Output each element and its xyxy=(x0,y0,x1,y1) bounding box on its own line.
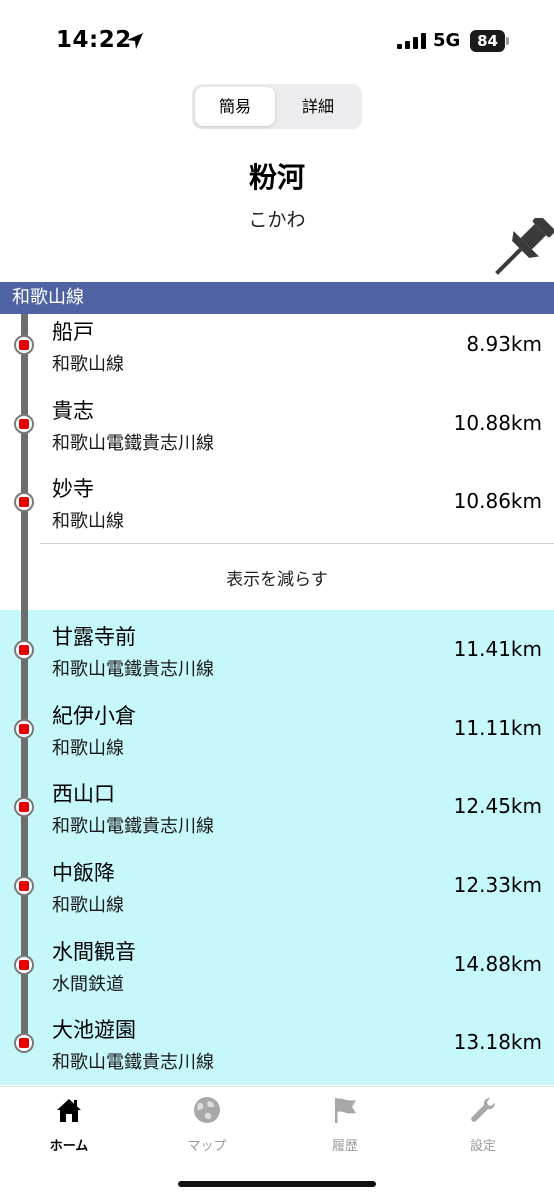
tab-home[interactable]: ホーム xyxy=(0,1095,138,1157)
station-row-line: 和歌山電鐵貴志川線 xyxy=(52,816,214,837)
segment-detail[interactable]: 詳細 xyxy=(278,87,358,126)
station-marker xyxy=(14,1033,34,1053)
station-row-name: 貴志 xyxy=(52,399,94,423)
station-marker xyxy=(14,797,34,817)
tab-label: 設定 xyxy=(469,1139,496,1154)
station-row-distance: 12.33km xyxy=(453,873,542,897)
tab-map[interactable]: マップ xyxy=(138,1095,276,1157)
status-bar: 14:22 5G 84 xyxy=(0,0,554,80)
station-row-line: 和歌山線 xyxy=(52,354,124,375)
station-row[interactable]: 甘露寺前 和歌山電鐵貴志川線 11.41km xyxy=(0,619,554,697)
station-row[interactable]: 水間観音 水間鉄道 14.88km xyxy=(0,934,554,1012)
station-marker xyxy=(14,955,34,975)
tab-history[interactable]: 履歴 xyxy=(276,1095,414,1157)
station-row-line: 和歌山電鐵貴志川線 xyxy=(52,659,214,680)
location-arrow-icon xyxy=(127,33,143,49)
station-row-line: 和歌山線 xyxy=(52,511,124,532)
station-row-line: 和歌山線 xyxy=(52,738,124,759)
station-row[interactable]: 紀伊小倉 和歌山線 11.11km xyxy=(0,698,554,776)
wrench-icon xyxy=(471,1098,495,1122)
station-row-name: 水間観音 xyxy=(52,940,136,964)
status-time: 14:22 xyxy=(56,27,132,53)
station-row-distance: 11.41km xyxy=(453,637,542,661)
view-mode-segmented-control: 簡易 詳細 xyxy=(192,84,362,129)
station-row-distance: 10.86km xyxy=(453,489,542,513)
station-row-distance: 10.88km xyxy=(453,411,542,435)
station-row[interactable]: 大池遊園 和歌山電鐵貴志川線 13.18km xyxy=(0,1012,554,1090)
station-row-name: 船戸 xyxy=(52,320,94,344)
station-row-name: 甘露寺前 xyxy=(52,625,136,649)
station-marker xyxy=(14,335,34,355)
station-row-distance: 13.18km xyxy=(453,1030,542,1054)
home-indicator xyxy=(178,1181,376,1187)
battery-icon: 84 xyxy=(470,30,505,52)
station-name: 粉河 xyxy=(248,161,305,194)
tab-label: 履歴 xyxy=(331,1139,358,1154)
station-row-name: 妙寺 xyxy=(52,477,94,501)
station-row-name: 西山口 xyxy=(52,782,115,806)
station-row[interactable]: 中飯降 和歌山線 12.33km xyxy=(0,855,554,933)
tab-settings[interactable]: 設定 xyxy=(414,1095,552,1157)
station-marker xyxy=(14,414,34,434)
station-row[interactable]: 妙寺 和歌山線 10.86km xyxy=(0,471,554,549)
tab-label: ホーム xyxy=(49,1139,89,1154)
station-row-distance: 8.93km xyxy=(466,332,542,356)
station-row-line: 和歌山電鐵貴志川線 xyxy=(52,433,214,454)
show-less-button[interactable]: 表示を減らす xyxy=(0,565,554,590)
signal-icon xyxy=(397,33,426,49)
pin-icon[interactable] xyxy=(482,218,554,284)
home-icon xyxy=(57,1099,81,1122)
station-row-distance: 12.45km xyxy=(453,794,542,818)
station-row-name: 中飯降 xyxy=(52,861,115,885)
network-label: 5G xyxy=(433,30,461,51)
station-marker xyxy=(14,719,34,739)
station-row-line: 水間鉄道 xyxy=(52,974,124,995)
station-marker xyxy=(14,492,34,512)
line-header: 和歌山線 xyxy=(0,282,554,314)
station-row-distance: 11.11km xyxy=(453,716,542,740)
station-marker xyxy=(14,876,34,896)
station-reading: こかわ xyxy=(248,209,306,231)
station-row[interactable]: 西山口 和歌山電鐵貴志川線 12.45km xyxy=(0,776,554,854)
station-row[interactable]: 船戸 和歌山線 8.93km xyxy=(0,314,554,392)
globe-icon xyxy=(194,1097,220,1123)
tab-label: マップ xyxy=(187,1139,227,1154)
battery-tip xyxy=(506,37,509,45)
station-row-name: 大池遊園 xyxy=(52,1018,136,1042)
station-marker xyxy=(14,640,34,660)
flag-icon xyxy=(335,1098,356,1123)
station-row[interactable]: 貴志 和歌山電鐵貴志川線 10.88km xyxy=(0,393,554,471)
list-divider xyxy=(40,543,554,544)
station-row-line: 和歌山電鐵貴志川線 xyxy=(52,1052,214,1073)
segment-simple[interactable]: 簡易 xyxy=(195,87,275,126)
station-row-name: 紀伊小倉 xyxy=(52,704,136,728)
station-row-distance: 14.88km xyxy=(453,952,542,976)
station-row-line: 和歌山線 xyxy=(52,895,124,916)
